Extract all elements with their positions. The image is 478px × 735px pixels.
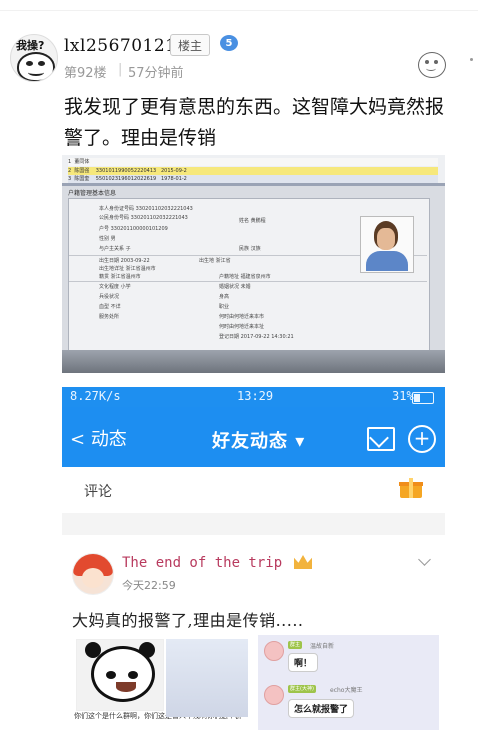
info-field: 户号 330201100000101209 — [99, 226, 168, 232]
friend-name[interactable]: The end of the trip — [122, 555, 282, 571]
top-divider — [0, 10, 478, 11]
info-field: 职业 — [219, 304, 230, 310]
record-row: 2 陈国强 3301011990052220413 2015-09-2 — [68, 167, 438, 175]
info-field: 兵役状况 — [99, 294, 120, 300]
chat-screenshot[interactable]: 群主 温故自新 啊！ 群主(大神) echo大魔王 怎么就报警了 — [258, 635, 439, 730]
info-field: 文化程度 小学 — [99, 284, 131, 290]
phone-status-bar: 8.27K/s 13:29 31% — [62, 387, 445, 407]
chat-avatar — [264, 641, 284, 661]
back-button[interactable]: < 动态 — [70, 425, 127, 451]
info-field: 出生地详址 浙江省温州市 — [99, 266, 156, 272]
info-field: 公民身份号码 330201102032221043 — [99, 215, 188, 221]
info-field: 血型 不详 — [99, 304, 121, 310]
spacer — [62, 373, 445, 387]
monitor-bezel — [62, 350, 445, 373]
chat-name: echo大魔王 — [330, 687, 363, 694]
friend-avatar[interactable] — [72, 553, 114, 595]
gift-icon[interactable] — [399, 478, 423, 498]
chat-tag: 群主 — [288, 641, 303, 649]
emoji-reaction-icon[interactable] — [418, 52, 446, 78]
post-body: 我发现了更有意思的东西。这智障大妈竟然报警了。理由是传销 — [64, 96, 445, 149]
more-dot-icon[interactable] — [470, 58, 473, 61]
blurred-image[interactable] — [166, 639, 248, 717]
chat-tag: 群主(大神) — [288, 685, 316, 693]
info-field: 与户主关系 子 — [99, 246, 131, 252]
divider — [69, 281, 427, 282]
info-field: 本人身份证号码 330201102032221043 — [99, 206, 193, 212]
info-field: 性别 男 — [99, 236, 116, 242]
level-badge: 5 — [220, 35, 238, 51]
meta-separator: | — [118, 62, 123, 77]
chat-bubble: 怎么就报警了 — [288, 699, 355, 718]
info-field: 何时由何地迁来本市 — [219, 314, 265, 320]
friend-post-time: 今天22:59 — [122, 579, 176, 592]
post-time: 57分钟前 — [128, 66, 184, 81]
comment-label: 评论 — [84, 484, 112, 500]
info-field: 婚姻状况 未婚 — [219, 284, 251, 290]
op-badge: 楼主 — [170, 34, 210, 56]
back-label: 动态 — [90, 429, 127, 450]
dropdown-icon: ▾ — [295, 431, 306, 452]
info-field: 何时由何地迁来本址 — [219, 324, 265, 330]
divider — [62, 183, 445, 186]
id-photo — [360, 216, 414, 273]
info-field: 出生日期 2003-09-22 — [99, 258, 150, 264]
chat-avatar — [264, 685, 284, 705]
meme-face-icon — [17, 52, 55, 81]
record-list: 1 董同体 2 陈国强 3301011990052220413 2015-09-… — [62, 155, 445, 184]
record-row: 1 董同体 — [68, 158, 438, 166]
network-speed: 8.27K/s — [70, 389, 121, 403]
floor-number: 第92楼 — [64, 66, 107, 81]
battery-percent: 31% — [392, 389, 414, 403]
chevron-down-icon[interactable] — [418, 553, 431, 566]
add-icon[interactable]: + — [408, 425, 436, 453]
nav-title[interactable]: 好友动态 ▾ — [212, 427, 305, 453]
info-field: 服务处所 — [99, 314, 120, 320]
info-field: 登记日期 2017-09-22 14:30:21 — [219, 334, 294, 340]
battery-icon — [412, 392, 434, 404]
feed-post-card: The end of the trip 今天22:59 大妈真的报警了,理由是传… — [62, 535, 445, 735]
avatar-caption: 我操? — [16, 39, 45, 52]
panel-title: 户籍管理基本信息 — [68, 190, 117, 197]
info-field: 民族 汉族 — [239, 246, 261, 252]
app-nav-bar: < 动态 好友动态 ▾ + — [62, 407, 445, 467]
monitor-photo[interactable]: 1 董同体 2 陈国强 3301011990052220413 2015-09-… — [62, 155, 445, 373]
clock: 13:29 — [237, 389, 274, 403]
info-field: 出生地 浙江省 — [199, 258, 231, 264]
inbox-icon[interactable] — [367, 427, 395, 451]
user-avatar[interactable]: 我操? — [10, 34, 58, 82]
chat-name: 温故自新 — [310, 643, 335, 650]
crown-icon — [294, 555, 312, 569]
spacer — [62, 513, 445, 535]
comment-bar[interactable]: 评论 — [62, 467, 445, 514]
info-field: 身高 — [219, 294, 230, 300]
info-field: 籍贯 浙江省温州市 — [99, 274, 141, 280]
meme-image[interactable] — [76, 639, 164, 711]
record-row: 3 陈国奎 5501023196012022619 1978-01-2 — [68, 175, 438, 183]
friend-post-text: 大妈真的报警了,理由是传销..... — [72, 611, 304, 630]
chat-bubble: 啊！ — [288, 653, 319, 672]
info-field: 户籍地址 福建省泉州市 — [219, 274, 271, 280]
info-field: 姓名 黄鹏程 — [239, 218, 266, 224]
